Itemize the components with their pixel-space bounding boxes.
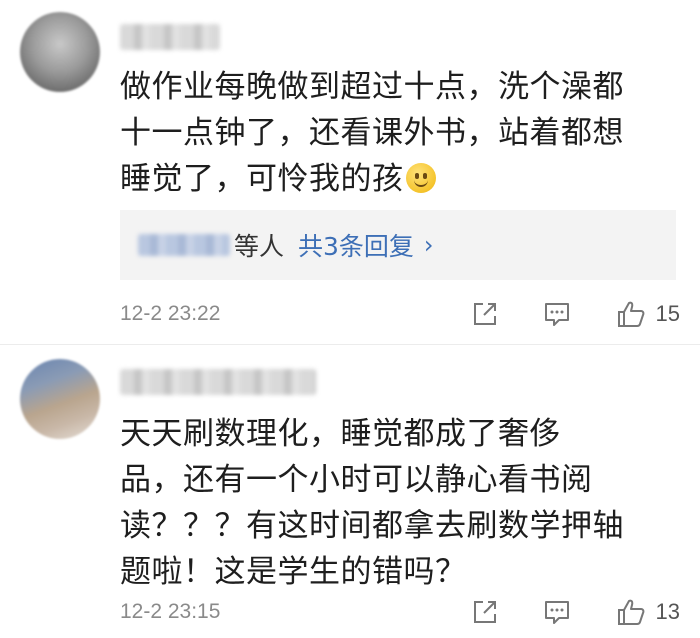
comment-text-line: 品，还有一个小时可以静心看书阅	[120, 462, 593, 498]
comment-text-line: 读？？？有这时间都拿去刷数学押轴	[120, 508, 624, 544]
comment-actions: 15	[470, 299, 680, 329]
reply-count-link[interactable]: 共3条回复	[298, 227, 414, 263]
comment-item-1: 做作业每晚做到超过十点，洗个澡都 十一点钟了，还看课外书，站着都想 睡觉了，可怜…	[0, 0, 700, 345]
chevron-right-icon[interactable]: ›	[424, 231, 434, 259]
comment-meta: 12-2 23:15 13	[120, 592, 680, 632]
like-count: 13	[655, 599, 680, 624]
comment-time: 12-2 23:15	[120, 600, 221, 623]
comment-text-line: 做作业每晚做到超过十点，洗个澡都	[120, 69, 624, 105]
replies-summary[interactable]: 等人 共3条回复 ›	[120, 210, 676, 280]
comment-text-line: 睡觉了，可怜我的孩	[120, 156, 680, 202]
smile-emoji-icon	[405, 163, 436, 193]
comment-icon[interactable]	[542, 597, 572, 627]
comment-text: 做作业每晚做到超过十点，洗个澡都 十一点钟了，还看课外书，站着都想 睡觉了，可怜…	[120, 64, 680, 202]
avatar[interactable]	[20, 12, 100, 92]
like-count: 15	[655, 301, 680, 326]
avatar[interactable]	[20, 359, 100, 439]
comment-actions: 13	[470, 597, 680, 627]
comment-text: 天天刷数理化，睡觉都成了奢侈 品，还有一个小时可以静心看书阅 读？？？有这时间都…	[120, 411, 680, 595]
username-blurred[interactable]	[120, 24, 220, 50]
comment-item-2: 天天刷数理化，睡觉都成了奢侈 品，还有一个小时可以静心看书阅 读？？？有这时间都…	[0, 345, 700, 638]
comment-time: 12-2 23:22	[120, 302, 221, 325]
reply-usernames-blurred	[138, 234, 230, 256]
comment-icon[interactable]	[542, 299, 572, 329]
comment-meta: 12-2 23:22 15	[120, 294, 680, 334]
comment-text-line: 天天刷数理化，睡觉都成了奢侈	[120, 416, 561, 452]
thumbs-up-icon[interactable]	[616, 299, 646, 329]
share-icon[interactable]	[470, 299, 500, 329]
reply-users-suffix: 等人	[234, 232, 285, 261]
thumbs-up-icon[interactable]	[616, 597, 646, 627]
share-icon[interactable]	[470, 597, 500, 627]
comment-text-line: 题啦！这是学生的错吗？	[120, 554, 467, 590]
username-blurred[interactable]	[120, 369, 316, 395]
comment-text-line: 十一点钟了，还看课外书，站着都想	[120, 115, 624, 151]
